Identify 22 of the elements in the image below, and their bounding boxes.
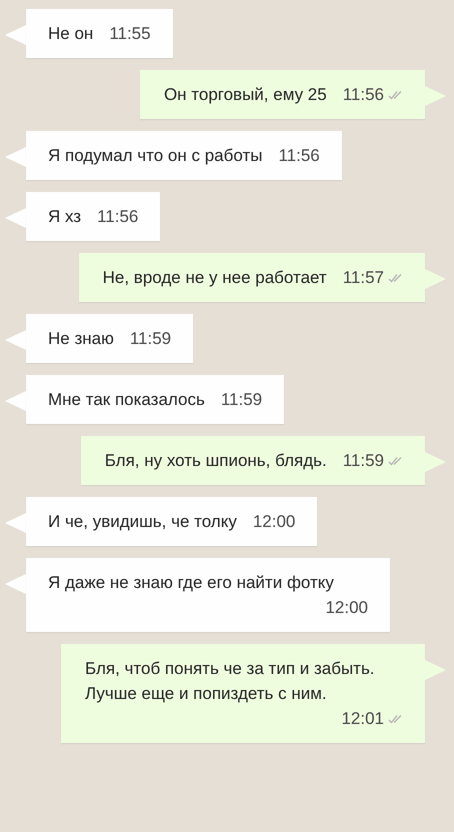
message-text: Не знаю: [48, 328, 114, 350]
message-text: Я даже не знаю где его найти фотку: [48, 572, 334, 594]
message-text: Не он: [48, 23, 94, 45]
message-time: 12:00: [325, 597, 368, 619]
message-text: Он торговый, ему 25: [164, 84, 327, 106]
message-text: Я подумал что он с работы: [48, 145, 262, 167]
message-text: Бля, чтоб понять че за тип и забыть. Лучше еще и попиздеть с ним.: [85, 658, 376, 705]
message-time: 11:59: [342, 450, 384, 472]
message-time: 12:00: [252, 511, 296, 533]
message-time: 11:56: [278, 145, 320, 167]
message-time: 11:56: [342, 84, 384, 106]
message-time: 11:55: [109, 23, 151, 45]
message-time: 11:57: [342, 267, 384, 289]
message-text: Не, вроде не у нее работает: [102, 267, 327, 289]
message-time: 11:59: [220, 389, 262, 411]
message-time: 11:56: [97, 206, 138, 228]
message-text: И че, увидишь, че толку: [48, 511, 237, 533]
message-text: Я хз: [48, 206, 82, 228]
message-time: 12:01: [341, 708, 384, 730]
message-time: 11:59: [130, 328, 172, 350]
message-text: Мне так показалось: [48, 389, 205, 411]
message-text: Бля, ну хоть шпионь, блядь.: [104, 450, 327, 472]
